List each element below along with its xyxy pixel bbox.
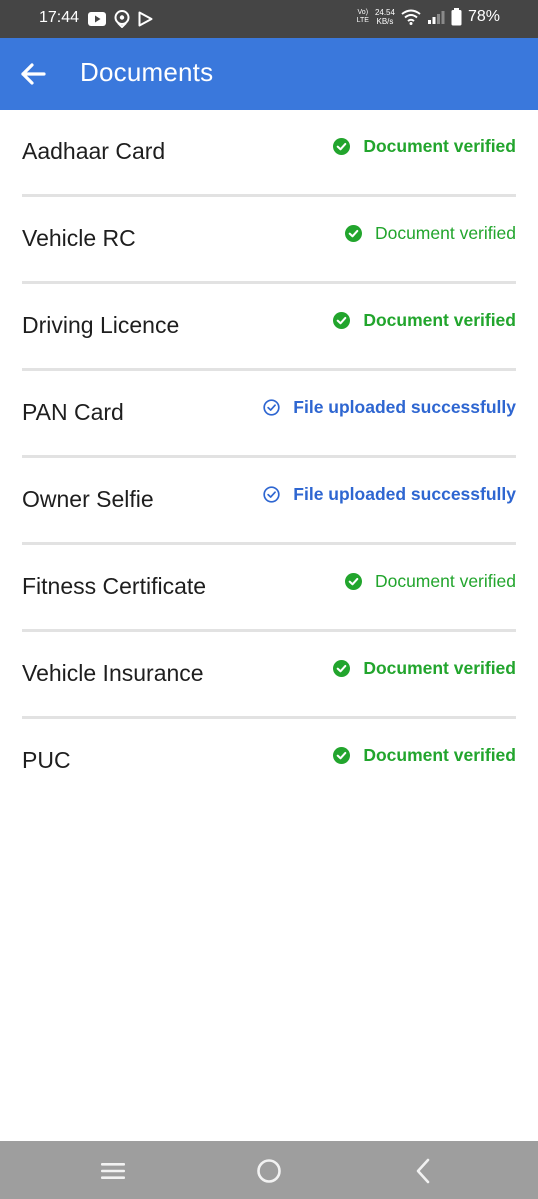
- check-circle-outline-icon: [263, 399, 280, 416]
- document-status: Document verified: [344, 223, 516, 244]
- battery-percentage: 78%: [467, 8, 500, 25]
- location-pin-icon: [114, 10, 130, 28]
- document-status-text: File uploaded successfully: [293, 397, 516, 417]
- document-status: Document verified: [333, 136, 516, 157]
- document-status-text: Document verified: [363, 310, 516, 330]
- document-row-puc[interactable]: PUC Document verified: [22, 719, 516, 803]
- home-circle-icon[interactable]: [256, 1158, 282, 1184]
- document-status-text: Document verified: [363, 745, 516, 765]
- system-navigation-bar: [0, 1141, 538, 1199]
- chevron-left-icon[interactable]: [413, 1158, 433, 1184]
- document-row-fitness-certificate[interactable]: Fitness Certificate Document verified: [22, 545, 516, 632]
- document-name: PUC: [22, 747, 71, 773]
- document-name: PAN Card: [22, 399, 124, 425]
- notification-icons: [88, 10, 153, 28]
- check-circle-icon: [344, 225, 362, 242]
- document-status: File uploaded successfully: [263, 484, 516, 505]
- document-status-text: Document verified: [374, 223, 516, 243]
- check-circle-icon: [333, 312, 351, 329]
- network-type: Vo) LTE: [356, 9, 369, 24]
- wifi-icon: [401, 9, 421, 25]
- documents-list: Aadhaar Card Document verified Vehicle R…: [22, 110, 516, 803]
- document-status: File uploaded successfully: [263, 397, 516, 418]
- check-circle-outline-icon: [263, 486, 280, 503]
- check-circle-icon: [333, 660, 351, 677]
- battery-icon: [451, 8, 462, 26]
- document-row-owner-selfie[interactable]: Owner Selfie File uploaded successfully: [22, 458, 516, 545]
- document-name: Driving Licence: [22, 312, 180, 338]
- document-name: Owner Selfie: [22, 486, 154, 512]
- document-row-vehicle-insurance[interactable]: Vehicle Insurance Document verified: [22, 632, 516, 719]
- page-title: Documents: [80, 57, 214, 87]
- menu-icon[interactable]: [100, 1161, 126, 1181]
- network-speed: 24.54 KB/s: [374, 8, 395, 26]
- document-status: Document verified: [344, 571, 516, 592]
- document-status: Document verified: [333, 745, 516, 766]
- document-status: Document verified: [333, 658, 516, 679]
- check-circle-icon: [333, 747, 351, 764]
- document-name: Fitness Certificate: [22, 573, 207, 599]
- document-status-text: Document verified: [363, 658, 516, 678]
- document-row-aadhaar-card[interactable]: Aadhaar Card Document verified: [22, 110, 516, 197]
- document-name: Aadhaar Card: [22, 138, 166, 164]
- check-circle-icon: [344, 573, 362, 590]
- document-row-pan-card[interactable]: PAN Card File uploaded successfully: [22, 371, 516, 458]
- app-bar: Documents: [0, 38, 538, 110]
- document-row-driving-licence[interactable]: Driving Licence Document verified: [22, 284, 516, 371]
- document-status-text: File uploaded successfully: [293, 484, 516, 504]
- document-name: Vehicle Insurance: [22, 660, 204, 686]
- status-time: 17:44: [39, 9, 80, 26]
- status-right: Vo) LTE 24.54 KB/s 78%: [357, 8, 500, 26]
- document-row-vehicle-rc[interactable]: Vehicle RC Document verified: [22, 197, 516, 284]
- document-name: Vehicle RC: [22, 225, 136, 251]
- check-circle-icon: [333, 138, 351, 155]
- play-store-icon: [138, 11, 153, 27]
- arrow-left-icon[interactable]: [20, 62, 46, 86]
- youtube-icon: [88, 12, 106, 26]
- status-bar: 17:44 Vo) LTE 24.54 KB/s 78%: [0, 0, 538, 38]
- document-status: Document verified: [333, 310, 516, 331]
- document-status-text: Document verified: [374, 571, 516, 591]
- signal-icon: [427, 11, 445, 24]
- document-status-text: Document verified: [363, 136, 516, 156]
